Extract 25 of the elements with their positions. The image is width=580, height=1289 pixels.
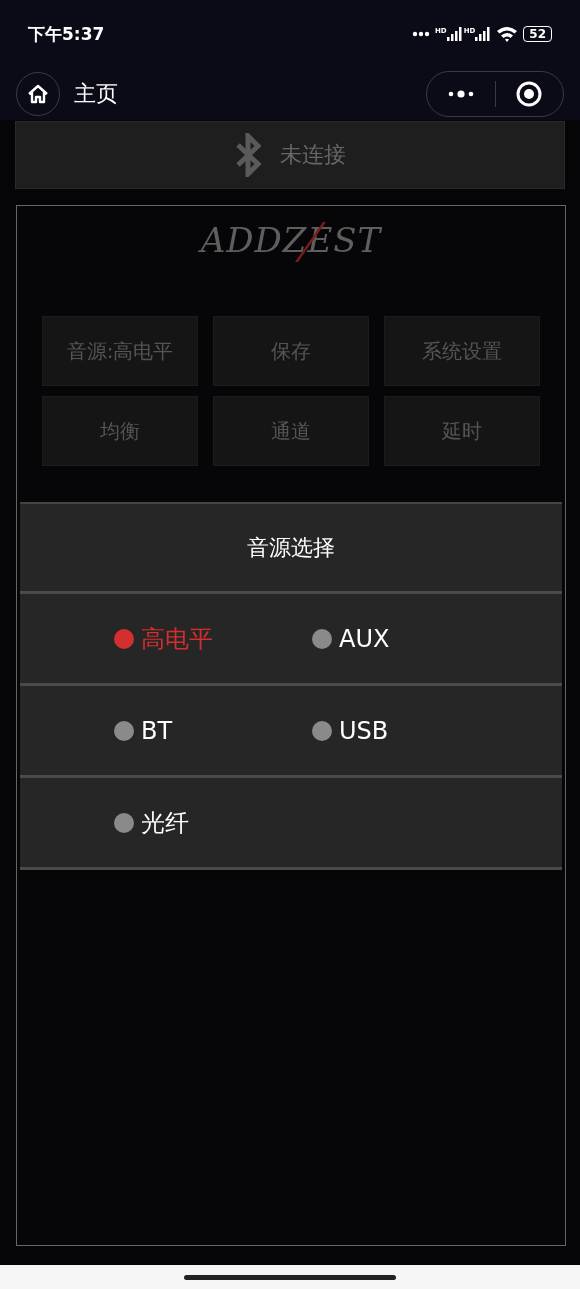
menu-button[interactable]: 通道 (213, 396, 369, 466)
dialog-title: 音源选择 (20, 504, 562, 594)
menu-button[interactable]: 音源:高电平 (42, 316, 198, 386)
battery-level: 52 (523, 26, 552, 42)
radio-option[interactable]: BT (114, 716, 173, 745)
bluetooth-status-button[interactable]: 未连接 (15, 121, 565, 189)
radio-option[interactable]: 高电平 (114, 622, 213, 655)
page-title: 主页 (74, 80, 119, 108)
home-icon (27, 84, 49, 104)
signal-icon (475, 27, 492, 41)
signal-icon (446, 27, 463, 41)
menu-button[interactable]: 保存 (213, 316, 369, 386)
home-indicator[interactable] (184, 1274, 396, 1280)
radio-option[interactable]: 光纤 (114, 806, 189, 839)
menu-button[interactable]: 系统设置 (384, 316, 540, 386)
radio-option[interactable]: AUX (312, 624, 390, 653)
clock-time: 下午5:37 (28, 22, 106, 46)
menu-button[interactable]: 均衡 (42, 396, 198, 466)
bluetooth-icon (234, 133, 264, 177)
radio-option[interactable]: USB (312, 716, 389, 745)
wifi-icon (496, 26, 519, 42)
more-icon (446, 90, 475, 98)
menu-button[interactable]: 延时 (384, 396, 540, 466)
more-icon (411, 31, 430, 37)
target-icon (516, 81, 543, 107)
